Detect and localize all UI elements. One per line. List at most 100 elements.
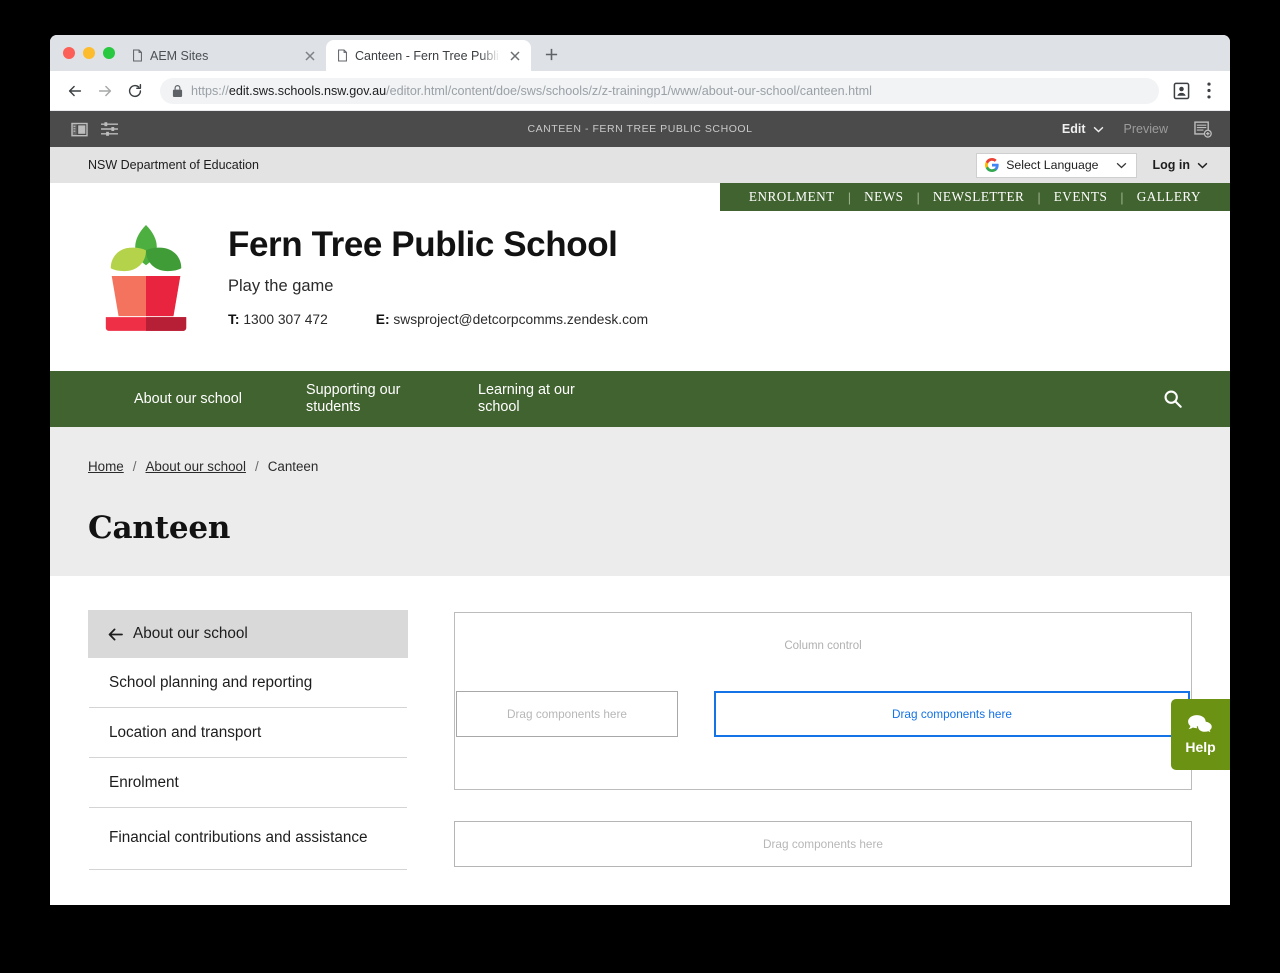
breadcrumb-separator: / <box>132 459 137 474</box>
browser-tab-aem-sites[interactable]: AEM Sites <box>121 40 326 71</box>
school-name: Fern Tree Public School <box>228 225 618 264</box>
reload-button[interactable] <box>122 78 148 104</box>
nav-item-supporting-our-students[interactable]: Supporting our students <box>306 382 424 415</box>
email-value[interactable]: swsproject@detcorpcomms.zendesk.com <box>393 312 648 327</box>
quicklink-enrolment[interactable]: ENROLMENT <box>736 189 848 205</box>
dropzone-bottom[interactable]: Drag components here <box>454 821 1192 867</box>
arrow-left-icon <box>108 628 123 640</box>
browser-tab-canteen[interactable]: Canteen - Fern Tree Public Sch <box>326 40 531 71</box>
school-logo-icon <box>105 225 187 331</box>
chevron-down-icon <box>1116 162 1126 168</box>
page-icon <box>133 49 142 62</box>
quicklink-newsletter[interactable]: NEWSLETTER <box>920 189 1037 205</box>
aem-page-title: CANTEEN - FERN TREE PUBLIC SCHOOL <box>527 123 753 135</box>
chat-bubbles-icon <box>1188 715 1214 734</box>
edit-mode-label: Edit <box>1061 122 1086 136</box>
sidebar-item-financial-contributions-and-assistance[interactable]: Financial contributions and assistance <box>89 808 407 870</box>
google-icon <box>985 158 999 172</box>
login-label: Log in <box>1152 158 1191 172</box>
chevron-down-icon <box>1093 126 1103 132</box>
breadcrumb-item-about-our-school[interactable]: About our school <box>145 459 246 474</box>
page-icon <box>338 49 347 62</box>
side-panel-toggle-button[interactable] <box>64 114 94 144</box>
close-window-button[interactable] <box>63 47 75 59</box>
nav-item-about-our-school[interactable]: About our school <box>134 391 252 408</box>
new-tab-button[interactable] <box>537 40 565 68</box>
login-button[interactable]: Log in <box>1153 158 1209 172</box>
site-masthead: ENROLMENT | NEWS | NEWSLETTER | EVENTS |… <box>50 183 1230 371</box>
column-control-component[interactable]: Column control Drag components here Drag… <box>454 612 1192 790</box>
browser-omnibox-row: https://edit.sws.schools.nsw.gov.au/edit… <box>50 71 1230 111</box>
dropzone-column-left[interactable]: Drag components here <box>456 691 678 737</box>
profile-icon[interactable] <box>1169 79 1193 103</box>
page-title: Canteen <box>88 510 231 546</box>
column-control-label: Column control <box>784 640 862 652</box>
sidebar-item-school-planning-and-reporting[interactable]: School planning and reporting <box>89 658 407 708</box>
column-control-columns: Drag components here Drag components her… <box>455 691 1191 737</box>
quicklink-news[interactable]: NEWS <box>851 189 916 205</box>
quicklink-events[interactable]: EVENTS <box>1041 189 1121 205</box>
forward-button[interactable] <box>92 78 118 104</box>
close-icon[interactable] <box>302 48 318 64</box>
edit-mode-dropdown[interactable]: Edit <box>1062 122 1104 136</box>
browser-menu-button[interactable] <box>1197 79 1221 103</box>
school-email: E: swsproject@detcorpcomms.zendesk.com <box>376 312 648 327</box>
url-input[interactable]: https://edit.sws.schools.nsw.gov.au/edit… <box>160 77 1159 104</box>
page-title-band: Home / About our school / Canteen Cantee… <box>50 427 1230 576</box>
arrow-right-icon <box>98 85 112 96</box>
plus-icon <box>545 48 557 60</box>
profile-badge-icon <box>1173 82 1189 100</box>
school-contact: T: 1300 307 472 E: swsproject@detcorpcom… <box>228 312 648 327</box>
preview-button[interactable]: Preview <box>1124 122 1168 136</box>
chevron-down-icon <box>1197 162 1208 168</box>
reload-icon <box>128 83 142 97</box>
close-icon[interactable] <box>507 48 523 64</box>
utility-bar: NSW Department of Education Select Langu… <box>50 147 1230 183</box>
phone-label: T: <box>228 311 240 327</box>
maximize-window-button[interactable] <box>103 47 115 59</box>
lock-icon <box>172 84 183 97</box>
dropzone-column-right-selected[interactable]: Drag components here <box>714 691 1190 737</box>
sliders-icon <box>100 122 118 136</box>
editor-drop-area: Column control Drag components here Drag… <box>454 610 1192 870</box>
side-panel-icon <box>70 122 88 136</box>
url-path: /editor.html/content/doe/sws/schools/z/z… <box>386 83 872 98</box>
school-brand-text: Fern Tree Public School Play the game T:… <box>228 221 648 327</box>
window-traffic-lights <box>59 35 121 71</box>
sidebar-back-label: About our school <box>133 625 248 642</box>
sidebar-item-enrolment[interactable]: Enrolment <box>89 758 407 808</box>
url-domain: edit.sws.schools.nsw.gov.au <box>228 83 387 98</box>
browser-window: AEM Sites Canteen - Fern Tree Public Sch <box>50 35 1230 905</box>
tab-title: Canteen - Fern Tree Public Sch <box>355 48 500 63</box>
back-button[interactable] <box>62 78 88 104</box>
page-add-icon <box>1194 120 1212 138</box>
school-motto: Play the game <box>228 276 334 295</box>
help-label: Help <box>1185 739 1216 755</box>
page-properties-button[interactable] <box>94 114 124 144</box>
department-label: NSW Department of Education <box>88 158 259 172</box>
phone-value: 1300 307 472 <box>243 311 328 327</box>
quicklink-gallery[interactable]: GALLERY <box>1124 189 1214 205</box>
sidebar-item-location-and-transport[interactable]: Location and transport <box>89 708 407 758</box>
school-phone: T: 1300 307 472 <box>228 312 328 327</box>
page-info-button[interactable] <box>1188 114 1218 144</box>
breadcrumb-item-canteen: Canteen <box>267 459 319 474</box>
breadcrumb-separator: / <box>254 459 259 474</box>
minimize-window-button[interactable] <box>83 47 95 59</box>
help-widget-button[interactable]: Help <box>1171 699 1230 770</box>
tab-title: AEM Sites <box>150 48 209 63</box>
breadcrumb: Home / About our school / Canteen <box>88 459 1230 474</box>
search-button[interactable] <box>1160 386 1186 412</box>
language-select[interactable]: Select Language <box>976 152 1137 178</box>
language-select-label: Select Language <box>1006 158 1099 172</box>
breadcrumb-item-home[interactable]: Home <box>88 459 124 474</box>
nav-item-learning-at-our-school[interactable]: Learning at our school <box>478 382 596 415</box>
sidebar-back-about-our-school[interactable]: About our school <box>88 610 408 658</box>
url-scheme: https:// <box>191 83 229 98</box>
site-page: NSW Department of Education Select Langu… <box>50 147 1230 905</box>
main-navigation: About our school Supporting our students… <box>50 371 1230 427</box>
arrow-left-icon <box>68 85 82 96</box>
search-icon <box>1164 390 1182 408</box>
aem-editor-toolbar: CANTEEN - FERN TREE PUBLIC SCHOOL Edit P… <box>50 111 1230 147</box>
section-navigation: About our school School planning and rep… <box>88 610 408 870</box>
